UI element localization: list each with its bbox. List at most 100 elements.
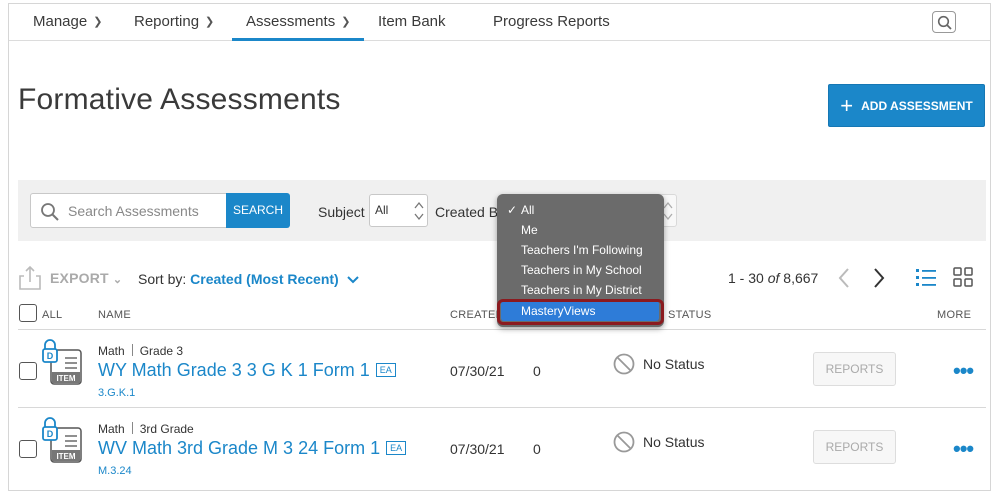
paging-range: 1 - 30 — [728, 270, 764, 286]
row-meta: Math 3rd Grade — [98, 422, 194, 436]
export-label: EXPORT — [50, 270, 109, 286]
paging-total: 8,667 — [783, 270, 819, 286]
nav-manage[interactable]: Manage ❯ — [33, 4, 102, 41]
chevron-down-icon: ❯ — [205, 16, 215, 28]
paging-info: 1 - 30 of 8,667 — [728, 270, 818, 286]
reports-button[interactable]: REPORTS — [813, 430, 896, 464]
item-caption: ITEM — [56, 452, 75, 461]
dropdown-option-district[interactable]: Teachers in My District — [497, 280, 664, 300]
nav-search-button[interactable] — [932, 11, 956, 33]
row-title[interactable]: WV Math 3rd Grade M 3 24 Form 1 EA — [98, 438, 407, 459]
search-input[interactable] — [66, 201, 221, 221]
item-letter: D — [47, 429, 54, 439]
plus-icon: + — [840, 93, 854, 118]
nav-item-bank[interactable]: Item Bank — [378, 4, 446, 41]
add-assessment-label: ADD ASSESSMENT — [861, 99, 973, 113]
row-status: No Status — [613, 431, 704, 453]
highlight-outline — [497, 299, 664, 325]
header-status[interactable]: STATUS — [668, 309, 712, 321]
chevron-down-icon: ❯ — [341, 16, 351, 28]
no-status-icon — [613, 353, 635, 375]
row-badge: EA — [375, 363, 396, 377]
paging-of: of — [767, 270, 780, 286]
dropdown-option-all[interactable]: ✓ All — [497, 200, 664, 220]
item-lock-icon: ITEM D — [42, 417, 82, 463]
row-meta: Math Grade 3 — [98, 344, 183, 358]
search-icon — [41, 203, 59, 221]
chevron-left-icon[interactable] — [835, 266, 853, 290]
subject-select-value: All — [375, 203, 389, 217]
row-status-text: No Status — [643, 356, 705, 372]
select-all-checkbox[interactable] — [19, 304, 37, 322]
dropdown-option-label: Me — [521, 223, 538, 237]
reports-button[interactable]: REPORTS — [813, 352, 896, 386]
row-badge: EA — [386, 441, 407, 455]
row-subject: Math — [98, 344, 125, 358]
row-grade: Grade 3 — [139, 344, 184, 358]
dropdown-option-label: All — [521, 203, 535, 217]
list-view-icon[interactable] — [915, 266, 937, 288]
dropdown-option-following[interactable]: Teachers I'm Following — [497, 240, 664, 260]
row-checkbox[interactable] — [19, 440, 37, 458]
row-status-text: No Status — [643, 434, 705, 450]
chevron-down-icon: ⌄ — [112, 274, 123, 286]
sort-value: Created (Most Recent) — [190, 271, 339, 287]
table-row: ITEM D Math Grade 3 WY Math Grade 3 3 G K… — [9, 330, 990, 407]
page-title: Formative Assessments — [18, 83, 341, 116]
header-more: MORE — [937, 309, 972, 321]
row-status: No Status — [613, 353, 704, 375]
updown-arrows-icon — [663, 201, 673, 221]
share-icon — [19, 265, 41, 290]
row-created-date: 07/30/21 — [450, 441, 505, 457]
row-created-date: 07/30/21 — [450, 363, 505, 379]
search-icon — [937, 15, 952, 30]
chevron-right-icon[interactable] — [870, 266, 888, 290]
more-options-icon[interactable]: ••• — [953, 436, 974, 462]
dropdown-option-school[interactable]: Teachers in My School — [497, 260, 664, 280]
updown-arrows-icon — [414, 201, 424, 221]
dropdown-option-label: Teachers I'm Following — [521, 243, 643, 257]
search-field — [30, 193, 227, 228]
nav-progress-reports-label: Progress Reports — [493, 13, 610, 30]
nav-assessments-label: Assessments — [246, 13, 336, 30]
search-button[interactable]: SEARCH — [226, 193, 290, 228]
row-subject: Math — [98, 422, 125, 436]
dropdown-option-me[interactable]: Me — [497, 220, 664, 240]
header-name[interactable]: NAME — [98, 309, 131, 321]
nav-assessments[interactable]: Assessments ❯ — [232, 4, 365, 41]
header-created[interactable]: CREATED — [450, 309, 504, 321]
row-title-text: WV Math 3rd Grade M 3 24 Form 1 — [98, 438, 381, 458]
add-assessment-button[interactable]: + ADD ASSESSMENT — [828, 84, 985, 127]
row-checkbox[interactable] — [19, 362, 37, 380]
row-grade: 3rd Grade — [139, 422, 194, 436]
nav-progress-reports[interactable]: Progress Reports — [493, 4, 610, 41]
row-standard-code[interactable]: M.3.24 — [98, 465, 132, 477]
header-all: ALL — [42, 309, 63, 321]
checkmark-icon: ✓ — [507, 203, 518, 217]
nav-manage-label: Manage — [33, 13, 88, 30]
row-count: 0 — [533, 363, 541, 379]
sort-label: Sort by: — [138, 271, 187, 287]
row-title-text: WY Math Grade 3 3 G K 1 Form 1 — [98, 360, 370, 380]
dropdown-option-label: Teachers in My District — [521, 283, 642, 297]
no-status-icon — [613, 431, 635, 453]
more-options-icon[interactable]: ••• — [953, 358, 974, 384]
subject-label: Subject — [318, 204, 365, 220]
item-lock-icon: ITEM D — [42, 339, 82, 385]
row-standard-code[interactable]: 3.G.K.1 — [98, 387, 135, 399]
nav-reporting-label: Reporting — [134, 13, 200, 30]
chevron-down-icon: ❯ — [93, 16, 103, 28]
table-row: ITEM D Math 3rd Grade WV Math 3rd Grade M… — [9, 408, 990, 485]
subject-select[interactable]: All — [369, 194, 428, 227]
item-caption: ITEM — [56, 374, 75, 383]
chevron-down-icon — [346, 276, 359, 284]
dropdown-option-label: Teachers in My School — [521, 263, 642, 277]
item-letter: D — [47, 351, 54, 361]
separator — [131, 422, 133, 434]
sort-by[interactable]: Sort by: Created (Most Recent) — [138, 271, 359, 287]
row-count: 0 — [533, 441, 541, 457]
grid-view-icon[interactable] — [952, 266, 974, 288]
nav-reporting[interactable]: Reporting ❯ — [134, 4, 214, 41]
separator — [131, 344, 133, 356]
row-title[interactable]: WY Math Grade 3 3 G K 1 Form 1 EA — [98, 360, 396, 381]
